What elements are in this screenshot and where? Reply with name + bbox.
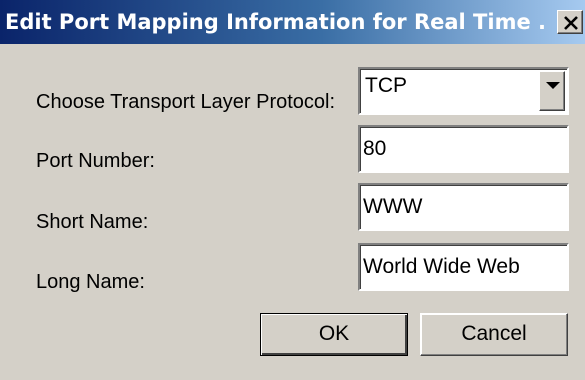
dialog-title: Edit Port Mapping Information for Real T…: [5, 10, 545, 34]
port-number-input[interactable]: [363, 129, 564, 169]
close-icon: [564, 16, 578, 30]
short-name-input[interactable]: [363, 187, 564, 227]
long-name-field[interactable]: [358, 243, 569, 291]
edit-port-mapping-dialog: Edit Port Mapping Information for Real T…: [0, 0, 585, 380]
protocol-label: Choose Transport Layer Protocol:: [36, 91, 336, 113]
close-button[interactable]: [557, 10, 583, 34]
chevron-down-icon: [546, 82, 560, 89]
short-name-label: Short Name:: [36, 211, 149, 233]
cancel-button[interactable]: Cancel: [420, 313, 568, 356]
short-name-field[interactable]: [358, 183, 569, 231]
port-number-label: Port Number:: [36, 150, 155, 172]
protocol-selected-value: TCP: [365, 74, 407, 97]
protocol-dropdown-button[interactable]: [539, 71, 565, 111]
port-number-field[interactable]: [358, 125, 569, 173]
long-name-input[interactable]: [363, 247, 564, 287]
long-name-label: Long Name:: [36, 271, 145, 293]
ok-button[interactable]: OK: [260, 313, 408, 356]
protocol-select[interactable]: TCP: [358, 67, 569, 115]
title-bar[interactable]: Edit Port Mapping Information for Real T…: [0, 0, 585, 44]
